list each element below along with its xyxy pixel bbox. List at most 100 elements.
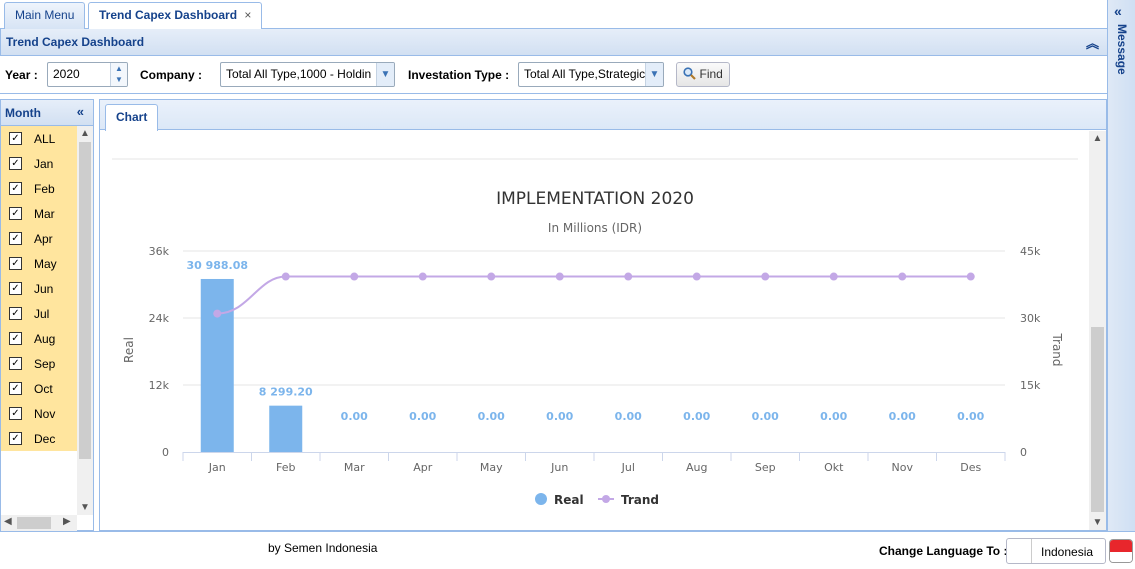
month-item-may[interactable]: ✓ May — [1, 251, 77, 276]
scrollbar-thumb[interactable] — [17, 517, 51, 529]
y-axis-title-right: Trand — [1050, 332, 1064, 366]
month-item-all[interactable]: ✓ ALL — [1, 126, 77, 151]
month-item-label: Apr — [34, 232, 53, 246]
real-data-label: 0.00 — [546, 410, 573, 423]
scroll-left-icon[interactable]: ◀ — [4, 516, 12, 527]
month-item-feb[interactable]: ✓ Feb — [1, 176, 77, 201]
trand-point[interactable] — [555, 272, 564, 281]
year-spinner[interactable]: ▲ ▼ — [110, 63, 127, 86]
trand-point[interactable] — [281, 272, 290, 281]
scroll-up-icon[interactable]: ▲ — [77, 128, 93, 139]
checkbox-icon[interactable]: ✓ — [9, 232, 22, 245]
message-panel-collapsed[interactable]: « Message — [1107, 0, 1135, 531]
real-data-label: 0.00 — [615, 410, 642, 423]
scroll-down-icon[interactable]: ▼ — [77, 502, 93, 513]
tab-main-menu[interactable]: Main Menu — [4, 2, 86, 29]
year-label: Year : — [5, 68, 38, 82]
real-bar[interactable] — [269, 405, 303, 452]
chevron-down-icon[interactable]: ▼ — [645, 63, 663, 86]
page-title: Trend Capex Dashboard — [6, 35, 145, 49]
month-item-jul[interactable]: ✓ Jul — [1, 301, 77, 326]
scrollbar-thumb[interactable] — [79, 142, 91, 459]
month-item-jun[interactable]: ✓ Jun — [1, 276, 77, 301]
x-tick-label: Okt — [824, 461, 844, 474]
trand-point[interactable] — [692, 272, 701, 281]
x-tick-label: Aug — [686, 461, 707, 474]
spin-up-icon[interactable]: ▲ — [111, 63, 127, 74]
investation-type-select[interactable]: Total All Type,Strategic ▼ — [518, 62, 664, 87]
y2-tick-label: 15k — [1020, 379, 1041, 392]
trand-point[interactable] — [350, 272, 359, 281]
investation-type-value: Total All Type,Strategic — [524, 67, 646, 81]
y-tick-label: 36k — [149, 245, 170, 258]
indonesia-flag-icon[interactable] — [1109, 539, 1133, 563]
month-item-label: Oct — [34, 382, 53, 396]
month-item-mar[interactable]: ✓ Mar — [1, 201, 77, 226]
month-item-sep[interactable]: ✓ Sep — [1, 351, 77, 376]
month-item-oct[interactable]: ✓ Oct — [1, 376, 77, 401]
checkbox-icon[interactable]: ✓ — [9, 432, 22, 445]
scrollbar-thumb[interactable] — [1091, 327, 1104, 512]
checkbox-icon[interactable]: ✓ — [9, 132, 22, 145]
checkbox-icon[interactable]: ✓ — [9, 307, 22, 320]
y-tick-label: 0 — [162, 446, 169, 459]
company-select[interactable]: Total All Type,1000 - Holdin ▼ — [220, 62, 395, 87]
month-item-dec[interactable]: ✓ Dec — [1, 426, 77, 451]
find-button[interactable]: Find — [676, 62, 730, 87]
checkbox-icon[interactable]: ✓ — [9, 282, 22, 295]
byline: by Semen Indonesia — [268, 541, 378, 555]
month-list-vertical-scrollbar[interactable]: ▲ ▼ — [77, 126, 93, 515]
trand-point[interactable] — [213, 309, 222, 318]
real-bar[interactable] — [200, 278, 234, 452]
month-item-aug[interactable]: ✓ Aug — [1, 326, 77, 351]
month-item-label: Dec — [34, 432, 56, 446]
checkbox-icon[interactable]: ✓ — [9, 357, 22, 370]
trand-point[interactable] — [761, 272, 770, 281]
tab-trend-capex-dashboard[interactable]: Trend Capex Dashboard × — [88, 2, 263, 30]
trand-point[interactable] — [418, 272, 427, 281]
tab-chart[interactable]: Chart — [105, 104, 159, 131]
checkbox-icon[interactable]: ✓ — [9, 382, 22, 395]
legend-trand-marker[interactable] — [602, 495, 610, 503]
y2-tick-label: 45k — [1020, 245, 1041, 258]
month-list-horizontal-scrollbar[interactable]: ◀ ▶ — [1, 515, 77, 531]
find-label: Find — [699, 67, 723, 81]
legend-trand-label[interactable]: Trand — [621, 493, 659, 507]
checkbox-icon[interactable]: ✓ — [9, 332, 22, 345]
chevron-down-icon[interactable]: ▼ — [376, 63, 394, 86]
trand-point[interactable] — [487, 272, 496, 281]
scroll-up-icon[interactable]: ▲ — [1089, 133, 1106, 144]
x-tick-label: Jul — [621, 461, 635, 474]
month-item-jan[interactable]: ✓ Jan — [1, 151, 77, 176]
checkbox-icon[interactable]: ✓ — [9, 182, 22, 195]
double-chevron-left-icon[interactable]: « — [1114, 3, 1122, 19]
month-panel-title: Month — [5, 106, 41, 120]
month-item-apr[interactable]: ✓ Apr — [1, 226, 77, 251]
real-data-label: 0.00 — [341, 410, 368, 423]
language-select[interactable]: Indonesia — [1006, 538, 1106, 564]
x-tick-label: Des — [960, 461, 981, 474]
year-field[interactable]: 2020 ▲ ▼ — [47, 62, 128, 87]
chart-tab-bar: Chart — [100, 100, 1106, 131]
checkbox-icon[interactable]: ✓ — [9, 157, 22, 170]
trand-point[interactable] — [829, 272, 838, 281]
trand-point[interactable] — [624, 272, 633, 281]
double-chevron-up-icon[interactable]: ︽ — [1086, 33, 1099, 52]
month-item-nov[interactable]: ✓ Nov — [1, 401, 77, 426]
trand-point[interactable] — [966, 272, 975, 281]
checkbox-icon[interactable]: ✓ — [9, 257, 22, 270]
chart-vertical-scrollbar[interactable]: ▲ ▼ — [1089, 131, 1106, 530]
checkbox-icon[interactable]: ✓ — [9, 407, 22, 420]
close-tab-icon[interactable]: × — [244, 8, 251, 22]
scroll-down-icon[interactable]: ▼ — [1089, 517, 1106, 528]
legend-real-label[interactable]: Real — [554, 493, 584, 507]
scroll-right-icon[interactable]: ▶ — [63, 516, 71, 527]
checkbox-icon[interactable]: ✓ — [9, 207, 22, 220]
legend-real-marker[interactable] — [535, 493, 547, 505]
double-chevron-left-icon[interactable]: « — [77, 104, 84, 119]
trand-series-line — [213, 272, 975, 318]
spin-down-icon[interactable]: ▼ — [111, 74, 127, 85]
month-panel-header: Month « — [1, 100, 93, 126]
trand-point[interactable] — [898, 272, 907, 281]
y-axis-left: 0 12k 24k 36k — [149, 245, 170, 459]
